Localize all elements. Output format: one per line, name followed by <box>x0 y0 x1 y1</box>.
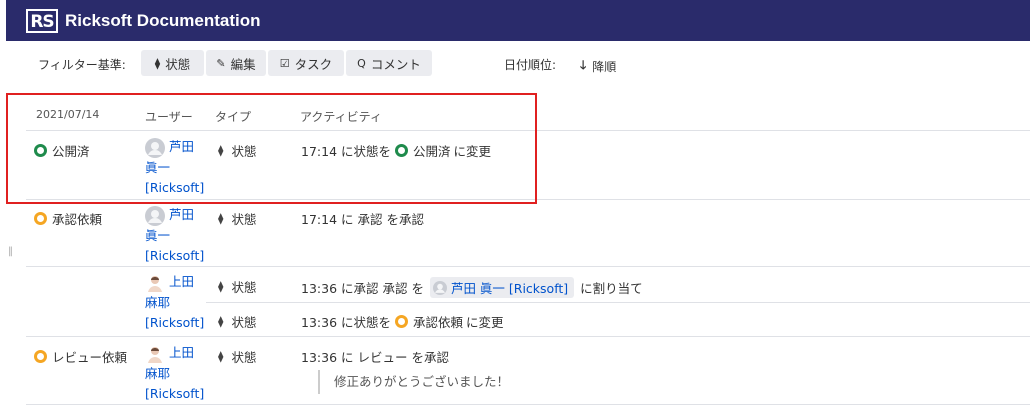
filter-bar: フィルター基準: ⧫ 状態 ✎ 編集 ☑ タスク Q コメント 日付順位: 🡓 … <box>0 50 1030 78</box>
activity-text: 13:36 に状態を 承認依頼 に変更 <box>301 315 504 330</box>
ricksoft-logo: RS <box>26 8 58 33</box>
divider <box>26 130 1030 131</box>
user-column-header: ユーザー <box>145 110 193 124</box>
app-title[interactable]: Ricksoft Documentation <box>65 11 261 31</box>
status-ring-icon <box>34 212 47 225</box>
checkbox-icon: ☑ <box>279 56 290 70</box>
user-link[interactable]: 上田 麻耶 [Ricksoft] <box>145 343 215 404</box>
user-mention-chip[interactable]: 芦田 眞一 [Ricksoft] <box>429 277 575 298</box>
avatar-icon <box>145 205 165 226</box>
user-photo-avatar-icon <box>145 343 165 364</box>
divider <box>26 404 1030 405</box>
activity-text: 13:36 に レビュー を承認 <box>301 350 449 365</box>
user-link[interactable]: 芦田 眞一 [Ricksoft] <box>145 205 215 266</box>
activity-column-header: アクティビティ <box>300 110 382 124</box>
sort-label: 日付順位: <box>504 58 557 72</box>
filter-status-button[interactable]: ⧫ 状態 <box>141 50 204 76</box>
type-status: ⧫ 状態 <box>218 280 257 295</box>
top-bar: RS Ricksoft Documentation <box>6 0 1030 41</box>
status-badge-published: 公開済 <box>34 141 90 160</box>
divider <box>26 199 1030 200</box>
comment-icon: Q <box>357 56 366 70</box>
activity-text: 17:14 に状態を 公開済 に変更 <box>301 144 492 159</box>
arrow-down-icon: 🡓 <box>580 58 587 72</box>
diamond-status-icon: ⧫ <box>218 350 224 363</box>
status-ring-icon <box>34 144 47 157</box>
date-header: 2021/07/14 <box>36 108 100 121</box>
filter-comment-button[interactable]: Q コメント <box>346 50 432 76</box>
diamond-status-icon: ⧫ <box>218 315 224 328</box>
user-link[interactable]: 芦田 眞一 [Ricksoft] <box>145 137 215 198</box>
type-column-header: タイプ <box>215 110 252 124</box>
filter-label: フィルター基準: <box>38 58 126 72</box>
activity-text: 13:36 に承認 承認 を 芦田 眞一 [Ricksoft] に割り当て <box>301 277 643 298</box>
sort-order-button[interactable]: 🡓 降順 <box>580 56 616 77</box>
resize-handle-icon[interactable]: ‖ <box>8 246 13 257</box>
comment-text: 修正ありがとうございました！ <box>318 370 509 394</box>
activity-text: 17:14 に 承認 を承認 <box>301 212 424 227</box>
user-link[interactable]: 上田 麻耶 [Ricksoft] <box>145 272 215 333</box>
type-status: ⧫ 状態 <box>218 315 257 330</box>
status-ring-icon <box>34 350 47 363</box>
status-badge-review-request: レビュー依頼 <box>34 347 127 366</box>
divider <box>26 266 1030 267</box>
status-ring-icon <box>395 144 408 157</box>
pencil-icon: ✎ <box>216 56 226 70</box>
type-status: ⧫ 状態 <box>218 144 257 159</box>
diamond-status-icon: ⧫ <box>218 212 224 225</box>
avatar-icon <box>432 280 447 295</box>
user-photo-avatar-icon <box>145 272 165 293</box>
diamond-status-icon: ⧫ <box>218 144 224 157</box>
filter-edit-button[interactable]: ✎ 編集 <box>206 50 266 76</box>
divider <box>26 336 1030 337</box>
avatar-icon <box>145 137 165 158</box>
divider <box>206 302 1030 303</box>
type-status: ⧫ 状態 <box>218 212 257 227</box>
type-status: ⧫ 状態 <box>218 350 257 365</box>
status-badge-approval-request: 承認依頼 <box>34 209 102 228</box>
diamond-status-icon: ⧫ <box>218 280 224 293</box>
filter-task-button[interactable]: ☑ タスク <box>268 50 344 76</box>
status-ring-icon <box>395 315 408 328</box>
diamond-status-icon: ⧫ <box>154 56 161 70</box>
